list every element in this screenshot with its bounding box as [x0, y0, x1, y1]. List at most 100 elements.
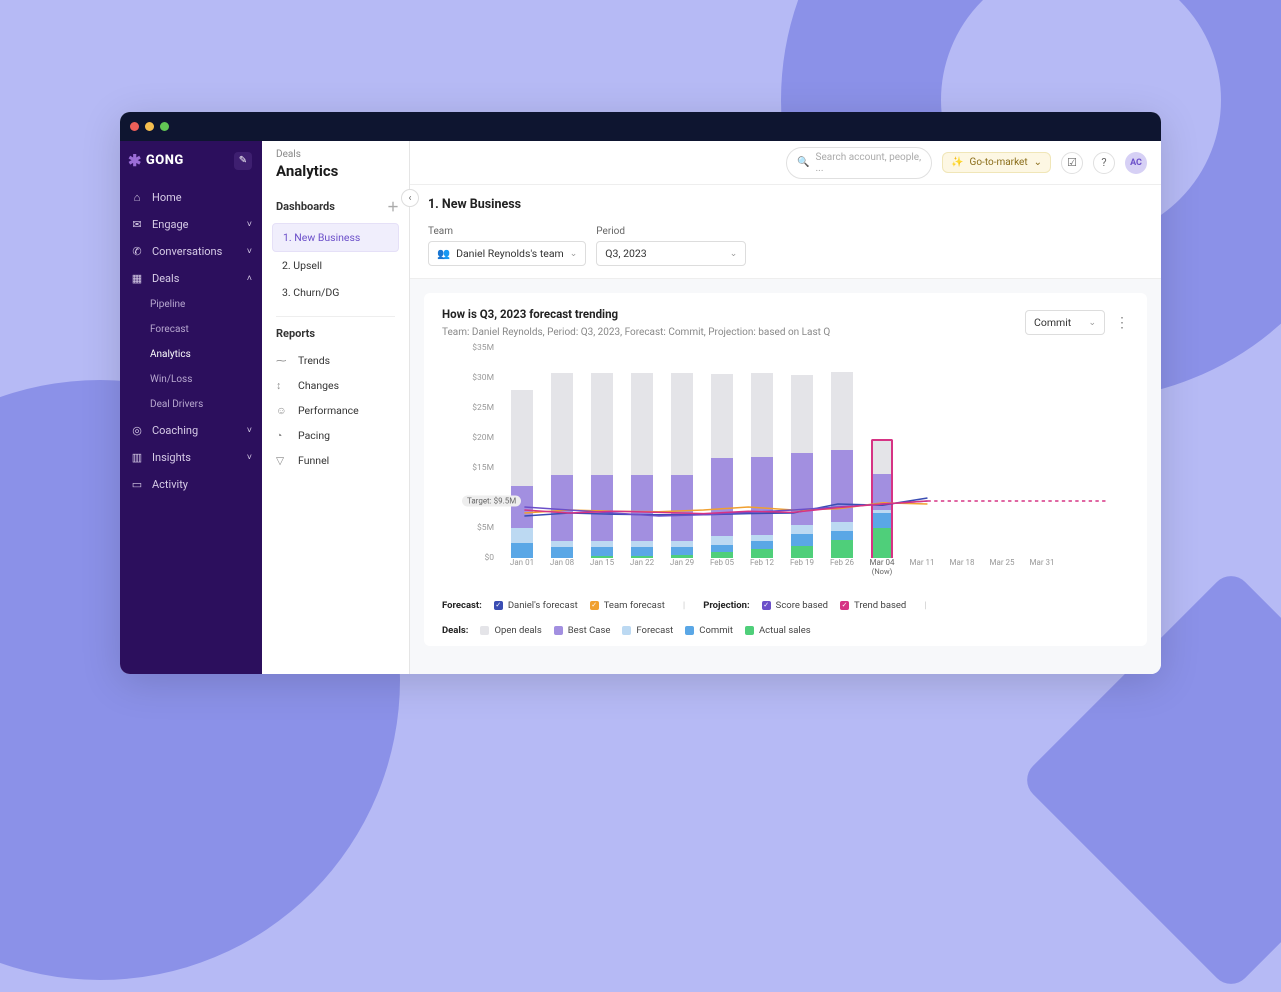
legend-item[interactable]: Open deals — [480, 625, 541, 636]
sidebar-item-label: Coaching — [152, 424, 198, 437]
sidebar-subitem-analytics[interactable]: Analytics — [120, 342, 262, 367]
sidebar-subitem-label: Analytics — [150, 349, 191, 360]
team-label: Team — [428, 226, 586, 237]
sidebar-item-home[interactable]: ⌂Home — [120, 184, 262, 211]
pin-sidebar-button[interactable]: ✎ — [234, 152, 252, 170]
chevron-down-icon: ⌄ — [730, 249, 738, 259]
dashboard-item[interactable]: 2. Upsell — [272, 252, 399, 279]
secondary-panel: Deals Analytics ‹ Dashboards ＋ 1. New Bu… — [262, 141, 410, 674]
card-subtitle: Team: Daniel Reynolds, Period: Q3, 2023,… — [442, 327, 830, 338]
team-select[interactable]: 👥 Daniel Reynolds's team ⌄ — [428, 241, 586, 266]
window-titlebar — [120, 112, 1161, 141]
dashboard-item[interactable]: 1. New Business — [272, 223, 399, 252]
x-tick: Mar 11 — [902, 558, 942, 588]
window-close-dot[interactable] — [130, 122, 139, 131]
main-area: 🔍 Search account, people, ... ✨ Go-to-ma… — [410, 141, 1161, 674]
x-tick: Mar 04(Now) — [862, 558, 902, 588]
legend-label: Daniel's forecast — [508, 600, 578, 611]
sidebar-subitem-pipeline[interactable]: Pipeline — [120, 292, 262, 317]
forecast-trend-card: How is Q3, 2023 forecast trending Team: … — [424, 293, 1147, 646]
card-menu-button[interactable]: ⋮ — [1115, 315, 1129, 331]
chevron-down-icon: ˅ — [247, 219, 252, 230]
y-tick: $25M — [472, 403, 494, 413]
changes-icon: ↕ — [276, 379, 290, 392]
sidebar-item-activity[interactable]: ▭Activity — [120, 471, 262, 498]
legend-label: Open deals — [494, 625, 541, 636]
legend-label: Trend based — [854, 600, 906, 611]
deals-icon: ▦ — [130, 272, 144, 285]
legend-item[interactable]: ✓Team forecast — [590, 600, 665, 611]
sidebar-item-label: Home — [152, 191, 182, 204]
chevron-down-icon: ⌄ — [1034, 157, 1042, 168]
legend-label: Forecast — [636, 625, 673, 636]
x-tick: Jan 08 — [542, 558, 582, 588]
dashboard-title: 1. New Business — [428, 197, 1143, 212]
sidebar-item-insights[interactable]: ▥ Insights ˅ — [120, 444, 262, 471]
sidebar-item-coaching[interactable]: ◎Coaching˅ — [120, 417, 262, 444]
insights-icon: ▥ — [130, 451, 144, 464]
context-switcher[interactable]: ✨ Go-to-market ⌄ — [942, 152, 1051, 173]
sidebar-item-label: Conversations — [152, 245, 222, 258]
legend-group-head: Projection: — [703, 600, 749, 611]
sidebar-item-engage[interactable]: ✉Engage˅ — [120, 211, 262, 238]
help-button[interactable]: ? — [1093, 152, 1115, 174]
breadcrumb: Deals — [276, 149, 395, 160]
x-tick: Jan 15 — [582, 558, 622, 588]
user-avatar[interactable]: AC — [1125, 152, 1147, 174]
filters-bar: 1. New Business Team 👥 Daniel Reynolds's… — [410, 185, 1161, 279]
global-search[interactable]: 🔍 Search account, people, ... — [786, 147, 932, 179]
window-max-dot[interactable] — [160, 122, 169, 131]
performance-icon: ☺ — [276, 404, 290, 417]
forecast-type-select[interactable]: Commit ⌄ — [1025, 310, 1105, 335]
sidebar-subitem-win-loss[interactable]: Win/Loss — [120, 367, 262, 392]
sidebar-subitem-deal-drivers[interactable]: Deal Drivers — [120, 392, 262, 417]
legend-item[interactable]: ✓Score based — [762, 600, 828, 611]
notes-button[interactable]: ☑ — [1061, 152, 1083, 174]
legend-separator: | — [924, 600, 926, 611]
chevron-down-icon: ˅ — [247, 452, 252, 463]
legend-item[interactable]: ✓ Trend based — [840, 600, 906, 611]
collapse-panel-button[interactable]: ‹ — [401, 189, 419, 207]
legend-item[interactable]: Actual sales — [745, 625, 811, 636]
report-item-trends[interactable]: ⁓Trends — [262, 348, 409, 373]
x-tick: Jan 22 — [622, 558, 662, 588]
window-min-dot[interactable] — [145, 122, 154, 131]
legend-item[interactable]: Best Case — [554, 625, 611, 636]
sidebar-item-conversations[interactable]: ✆Conversations˅ — [120, 238, 262, 265]
legend-group-head: Deals: — [442, 625, 468, 636]
divider — [276, 316, 395, 317]
reports-heading: Reports — [276, 327, 315, 340]
sidebar-subitem-forecast[interactable]: Forecast — [120, 317, 262, 342]
legend-separator: | — [683, 600, 685, 611]
report-item-performance[interactable]: ☺Performance — [262, 398, 409, 423]
conversations-icon: ✆ — [130, 245, 144, 258]
legend-item[interactable]: ✓ Daniel's forecast — [494, 600, 578, 611]
legend-swatch — [745, 626, 754, 635]
sidebar-item-deals[interactable]: ▦Deals˄ — [120, 265, 262, 292]
team-value: Daniel Reynolds's team — [456, 247, 564, 260]
legend-swatch — [622, 626, 631, 635]
report-item-pacing[interactable]: ◔Pacing — [262, 423, 409, 448]
report-item-changes[interactable]: ↕Changes — [262, 373, 409, 398]
legend-item[interactable]: Forecast — [622, 625, 673, 636]
target-label: Target: $9.5M — [462, 496, 521, 507]
chevron-down-icon: ⌄ — [570, 249, 578, 259]
brand-logo: ✱ GONG — [128, 151, 184, 170]
dashboard-item[interactable]: 3. Churn/DG — [272, 279, 399, 306]
y-tick: $5M — [477, 523, 494, 533]
sidebar-item-label: Engage — [152, 218, 189, 231]
search-placeholder: Search account, people, ... — [816, 152, 922, 174]
period-value: Q3, 2023 — [605, 247, 646, 260]
legend-item[interactable]: Commit — [685, 625, 733, 636]
add-dashboard-button[interactable]: ＋ — [387, 198, 399, 215]
topbar: 🔍 Search account, people, ... ✨ Go-to-ma… — [410, 141, 1161, 185]
report-item-funnel[interactable]: ▽Funnel — [262, 448, 409, 473]
legend-swatch: ✓ — [840, 601, 849, 610]
search-icon: 🔍 — [797, 157, 809, 168]
sidebar-item-label: Insights — [152, 451, 191, 464]
x-tick: Feb 12 — [742, 558, 782, 588]
period-select[interactable]: Q3, 2023 ⌄ — [596, 241, 746, 266]
period-label: Period — [596, 226, 746, 237]
legend-swatch: ✓ — [494, 601, 503, 610]
x-tick: Jan 29 — [662, 558, 702, 588]
